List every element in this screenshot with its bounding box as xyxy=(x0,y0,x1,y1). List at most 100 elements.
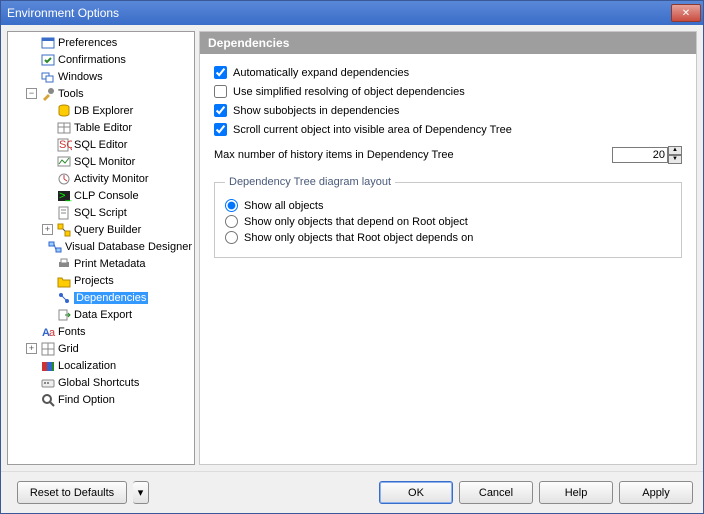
activity-icon xyxy=(56,171,72,187)
tree-item-label: Tools xyxy=(58,88,84,100)
tree-toggle-icon xyxy=(42,241,44,252)
tree-item[interactable]: SQL Script xyxy=(8,204,194,221)
tree-toggle-icon[interactable]: + xyxy=(26,343,37,354)
tree-item[interactable]: Activity Monitor xyxy=(8,170,194,187)
tree-toggle-icon xyxy=(26,360,37,371)
tree-item-label: Dependencies xyxy=(74,292,148,304)
cancel-button[interactable]: Cancel xyxy=(459,481,533,504)
tree-toggle-icon xyxy=(26,394,37,405)
tree-item[interactable]: − Tools xyxy=(8,85,194,102)
tree-item-label: Preferences xyxy=(58,37,117,49)
chk-subobjects-input[interactable] xyxy=(214,104,227,117)
tree-item-label: Table Editor xyxy=(74,122,132,134)
tree-item[interactable]: Global Shortcuts xyxy=(8,374,194,391)
tree-item-label: Grid xyxy=(58,343,79,355)
tree-item[interactable]: DB Explorer xyxy=(8,102,194,119)
tools-icon xyxy=(40,86,56,102)
chk-auto-expand[interactable]: Automatically expand dependencies xyxy=(214,66,682,79)
tree-toggle-icon xyxy=(26,37,37,48)
windows-icon xyxy=(40,69,56,85)
tree-pane[interactable]: Preferences ConfirmationsWindows − Tools DB … xyxy=(7,31,195,465)
tree-item[interactable]: >_CLP Console xyxy=(8,187,194,204)
tree-item[interactable]: + Query Builder xyxy=(8,221,194,238)
chk-simplified[interactable]: Use simplified resolving of object depen… xyxy=(214,85,682,98)
tree-item-label: CLP Console xyxy=(74,190,139,202)
tree-item[interactable]: Dependencies xyxy=(8,289,194,306)
chk-scroll-label: Scroll current object into visible area … xyxy=(233,124,512,136)
vdd-icon xyxy=(47,239,63,255)
layout-group: Dependency Tree diagram layout Show all … xyxy=(214,176,682,258)
apply-button[interactable]: Apply xyxy=(619,481,693,504)
tree-item[interactable]: SQLSQL Editor xyxy=(8,136,194,153)
radio-root[interactable]: Show only objects that Root object depen… xyxy=(225,231,671,244)
spin-down-button[interactable]: ▼ xyxy=(668,155,682,164)
tree-item[interactable]: SQL Monitor xyxy=(8,153,194,170)
radio-all[interactable]: Show all objects xyxy=(225,199,671,212)
tree-item[interactable]: Localization xyxy=(8,357,194,374)
tree-toggle-icon xyxy=(26,377,37,388)
radio-root-input[interactable] xyxy=(225,231,238,244)
chk-scroll-input[interactable] xyxy=(214,123,227,136)
ok-button[interactable]: OK xyxy=(379,481,453,504)
short-icon xyxy=(40,375,56,391)
tree-toggle-icon xyxy=(26,54,37,65)
tree-item-label: Query Builder xyxy=(74,224,141,236)
tree-item[interactable]: Projects xyxy=(8,272,194,289)
max-history-label: Max number of history items in Dependenc… xyxy=(214,149,612,161)
qb-icon xyxy=(56,222,72,238)
pref-icon xyxy=(40,35,56,51)
radio-all-label: Show all objects xyxy=(244,200,324,212)
tree-toggle-icon[interactable]: − xyxy=(26,88,37,99)
help-button[interactable]: Help xyxy=(539,481,613,504)
body: Preferences ConfirmationsWindows − Tools DB … xyxy=(1,25,703,471)
tree-item[interactable]: + Grid xyxy=(8,340,194,357)
max-history-input[interactable] xyxy=(612,147,668,163)
window-title: Environment Options xyxy=(7,6,671,20)
tree-toggle-icon xyxy=(42,173,53,184)
tree-toggle-icon xyxy=(42,156,53,167)
tree-toggle-icon xyxy=(42,292,53,303)
svg-text:>_: >_ xyxy=(59,190,72,202)
chk-scroll[interactable]: Scroll current object into visible area … xyxy=(214,123,682,136)
tree-item[interactable]: Table Editor xyxy=(8,119,194,136)
radio-depend[interactable]: Show only objects that depend on Root ob… xyxy=(225,215,671,228)
tree-item[interactable]: Data Export xyxy=(8,306,194,323)
tree-item-label: SQL Monitor xyxy=(74,156,135,168)
svg-text:SQL: SQL xyxy=(59,139,72,151)
reset-dropdown-button[interactable]: ▾ xyxy=(133,481,149,504)
chk-simplified-input[interactable] xyxy=(214,85,227,98)
footer: Reset to Defaults ▾ OK Cancel Help Apply xyxy=(1,471,703,513)
max-history-row: Max number of history items in Dependenc… xyxy=(214,146,682,164)
window: Environment Options ✕ Preferences Confirm… xyxy=(0,0,704,514)
spin-up-button[interactable]: ▲ xyxy=(668,146,682,155)
chk-auto-expand-label: Automatically expand dependencies xyxy=(233,67,409,79)
tree-toggle-icon xyxy=(26,71,37,82)
tree-item[interactable]: Print Metadata xyxy=(8,255,194,272)
close-button[interactable]: ✕ xyxy=(671,4,701,22)
radio-depend-input[interactable] xyxy=(225,215,238,228)
clp-icon: >_ xyxy=(56,188,72,204)
loc-icon xyxy=(40,358,56,374)
tree-item-label: Visual Database Designer xyxy=(65,241,192,253)
export-icon xyxy=(56,307,72,323)
tree-item[interactable]: Visual Database Designer xyxy=(8,238,194,255)
tree-item[interactable]: Confirmations xyxy=(8,51,194,68)
radio-all-input[interactable] xyxy=(225,199,238,212)
tree-item[interactable]: Find Option xyxy=(8,391,194,408)
tree-item-label: DB Explorer xyxy=(74,105,133,117)
reset-button[interactable]: Reset to Defaults xyxy=(17,481,127,504)
content-header: Dependencies xyxy=(200,32,696,54)
tree-item-label: Activity Monitor xyxy=(74,173,149,185)
tree-item[interactable]: Windows xyxy=(8,68,194,85)
chk-subobjects[interactable]: Show subobjects in dependencies xyxy=(214,104,682,117)
find-icon xyxy=(40,392,56,408)
tree-item[interactable]: Preferences xyxy=(8,34,194,51)
tree-item-label: Find Option xyxy=(58,394,115,406)
tree-toggle-icon[interactable]: + xyxy=(42,224,53,235)
tree-item[interactable]: AaFonts xyxy=(8,323,194,340)
chk-subobjects-label: Show subobjects in dependencies xyxy=(233,105,399,117)
tree-item-label: Print Metadata xyxy=(74,258,146,270)
svg-text:a: a xyxy=(49,327,56,339)
confirm-icon xyxy=(40,52,56,68)
chk-auto-expand-input[interactable] xyxy=(214,66,227,79)
